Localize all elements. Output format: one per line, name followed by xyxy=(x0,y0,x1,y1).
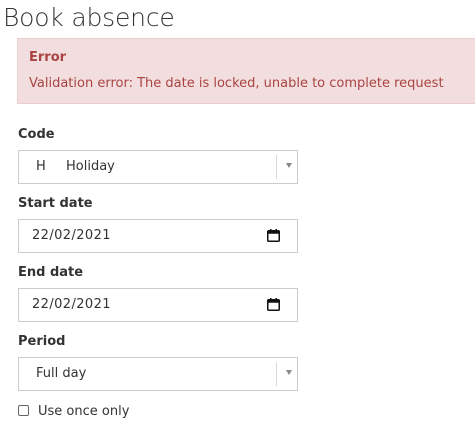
period-select[interactable]: Full day xyxy=(18,357,298,391)
start-date-input[interactable]: 22/02/2021 xyxy=(18,219,298,253)
start-date-label: Start date xyxy=(18,196,93,211)
select-divider xyxy=(276,155,277,179)
book-absence-page: Book absence Error Validation error: The… xyxy=(0,0,475,431)
end-date-value: 22/02/2021 xyxy=(32,297,111,312)
code-label: Code xyxy=(18,127,55,142)
error-alert: Error Validation error: The date is lock… xyxy=(17,38,475,104)
period-label: Period xyxy=(18,334,66,349)
error-title: Error xyxy=(29,50,67,65)
code-select-value: Holiday xyxy=(66,159,115,174)
use-once-label[interactable]: Use once only xyxy=(38,404,129,419)
period-select-value: Full day xyxy=(36,366,87,381)
end-date-label: End date xyxy=(18,265,84,280)
calendar-icon[interactable] xyxy=(267,229,280,242)
page-title: Book absence xyxy=(3,3,175,32)
select-divider xyxy=(276,362,277,386)
use-once-checkbox[interactable] xyxy=(18,405,29,416)
code-select-code: H xyxy=(36,159,46,174)
end-date-input[interactable]: 22/02/2021 xyxy=(18,288,298,322)
start-date-value: 22/02/2021 xyxy=(32,228,111,243)
code-select[interactable]: H Holiday xyxy=(18,150,298,184)
chevron-down-icon[interactable] xyxy=(286,163,292,168)
error-message: Validation error: The date is locked, un… xyxy=(29,76,444,91)
calendar-icon[interactable] xyxy=(267,298,280,311)
chevron-down-icon[interactable] xyxy=(286,370,292,375)
